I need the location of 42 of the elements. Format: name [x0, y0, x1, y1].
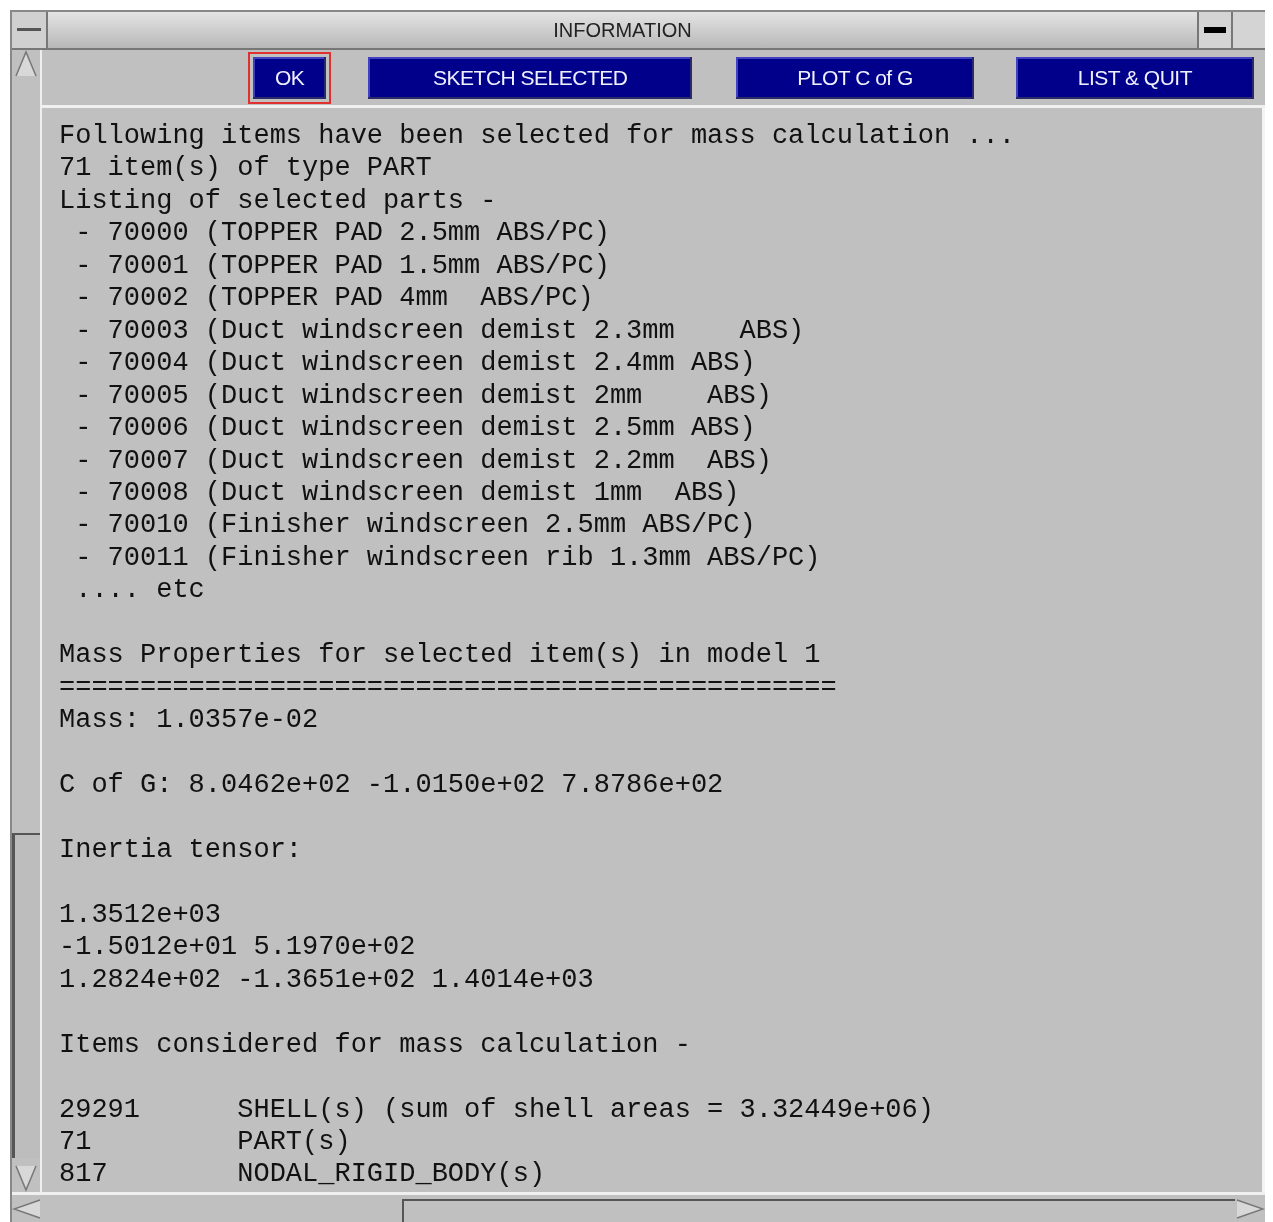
text-line: 817 NODAL_RIGID_BODY(s)	[59, 1158, 546, 1191]
text-line: - 70008 (Duct windscreen demist 1mm ABS)	[74, 477, 740, 510]
dash-icon	[17, 28, 41, 32]
dialog-button[interactable]: LIST & QUIT	[1015, 56, 1254, 99]
down-arrow-icon[interactable]	[14, 1164, 38, 1192]
text-line: C of G: 8.0462e+02 -1.0150e+02 7.8786e+02	[59, 769, 724, 802]
text-line: ================================================	[59, 671, 837, 705]
window-title: INFORMATION	[552, 18, 693, 43]
text-line: - 70006 (Duct windscreen demist 2.5mm ABS)	[74, 412, 756, 445]
text-line: - 70010 (Finisher windscreen 2.5mm ABS/PC)	[74, 509, 756, 542]
up-arrow-icon[interactable]	[14, 50, 38, 78]
scrollbar-thumb[interactable]	[12, 833, 40, 1158]
text-line: Following items have been selected for mass calculation ...	[59, 120, 1015, 153]
text-line: 29291 SHELL(s) (sum of shell areas = 3.32449e+06)	[59, 1093, 934, 1126]
dialog-button[interactable]: SKETCH SELECTED	[368, 56, 693, 99]
text-line: - 70005 (Duct windscreen demist 2mm ABS)	[74, 379, 772, 413]
text-line: Items considered for mass calculation -	[59, 1028, 691, 1062]
text-line: Mass: 1.0357e-02	[59, 704, 319, 737]
dialog-button[interactable]: PLOT C of G	[736, 56, 974, 99]
text-line: .... etc	[74, 574, 205, 607]
text-line: -1.5012e+01 5.1970e+02	[59, 931, 416, 964]
text-line: Listing of selected parts -	[59, 184, 497, 218]
text-line: - 70000 (TOPPER PAD 2.5mm ABS/PC)	[74, 217, 610, 250]
scrollbar-thumb[interactable]	[402, 1199, 1235, 1222]
dash-icon	[1204, 27, 1226, 33]
text-line: - 70011 (Finisher windscreen rib 1.3mm ABS/PC)	[74, 541, 821, 575]
text-line: 1.3512e+03	[59, 898, 222, 932]
text-line: 71 PART(s)	[59, 1125, 351, 1159]
right-arrow-icon[interactable]	[1235, 1197, 1265, 1220]
text-line: 71 item(s) of type PART	[59, 152, 432, 185]
text-line: Inertia tensor:	[59, 833, 303, 867]
text-line: - 70001 (TOPPER PAD 1.5mm ABS/PC)	[74, 249, 610, 283]
text-line: - 70004 (Duct windscreen demist 2.4mm ABS)	[74, 347, 756, 380]
minimize-button[interactable]	[1197, 12, 1231, 48]
left-arrow-icon[interactable]	[12, 1197, 42, 1220]
text-line: Mass Properties for selected item(s) in model 1	[59, 639, 821, 672]
text-line: - 70002 (TOPPER PAD 4mm ABS/PC)	[74, 282, 594, 315]
dialog-button[interactable]: OK	[253, 56, 327, 99]
text-line: - 70003 (Duct windscreen demist 2.3mm ABS)	[74, 314, 805, 348]
text-line: 1.2824e+02 -1.3651e+02 1.4014e+03	[59, 963, 594, 997]
window-menu-button[interactable]	[12, 12, 48, 48]
text-line: - 70007 (Duct windscreen demist 2.2mm ABS)	[74, 444, 772, 477]
